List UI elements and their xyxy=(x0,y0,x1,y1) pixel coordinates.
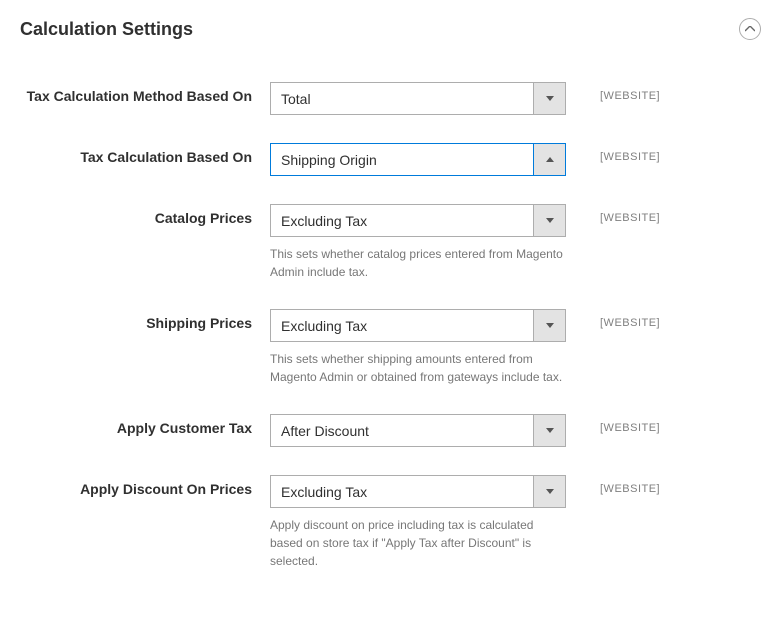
field-catalog-prices: Catalog Prices Excluding Tax This sets w… xyxy=(20,204,761,281)
field-control: Excluding Tax Apply discount on price in… xyxy=(270,475,566,570)
select-value: Shipping Origin xyxy=(271,144,533,175)
select-value: Excluding Tax xyxy=(271,205,533,236)
chevron-down-icon xyxy=(533,205,565,236)
help-text: This sets whether catalog prices entered… xyxy=(270,245,566,281)
field-control: Excluding Tax This sets whether shipping… xyxy=(270,309,566,386)
section-title: Calculation Settings xyxy=(20,19,193,40)
collapse-section-button[interactable] xyxy=(739,18,761,40)
field-shipping-prices: Shipping Prices Excluding Tax This sets … xyxy=(20,309,761,386)
select-shipping-prices[interactable]: Excluding Tax xyxy=(270,309,566,342)
field-control: After Discount xyxy=(270,414,566,447)
field-tax-calculation-based-on: Tax Calculation Based On Shipping Origin… xyxy=(20,143,761,176)
select-apply-customer-tax[interactable]: After Discount xyxy=(270,414,566,447)
field-label: Apply Customer Tax xyxy=(20,414,270,436)
chevron-up-icon xyxy=(745,26,755,32)
chevron-down-icon xyxy=(533,415,565,446)
chevron-down-icon xyxy=(533,476,565,507)
field-tax-calculation-method: Tax Calculation Method Based On Total [W… xyxy=(20,82,761,115)
scope-label: [WEBSITE] xyxy=(566,414,660,434)
field-apply-customer-tax: Apply Customer Tax After Discount [WEBSI… xyxy=(20,414,761,447)
select-catalog-prices[interactable]: Excluding Tax xyxy=(270,204,566,237)
select-value: After Discount xyxy=(271,415,533,446)
section-header: Calculation Settings xyxy=(20,18,761,40)
field-label: Shipping Prices xyxy=(20,309,270,331)
field-control: Shipping Origin xyxy=(270,143,566,176)
field-control: Total xyxy=(270,82,566,115)
chevron-down-icon xyxy=(533,83,565,114)
select-value: Excluding Tax xyxy=(271,476,533,507)
scope-label: [WEBSITE] xyxy=(566,204,660,224)
select-value: Excluding Tax xyxy=(271,310,533,341)
help-text: This sets whether shipping amounts enter… xyxy=(270,350,566,386)
select-apply-discount-on-prices[interactable]: Excluding Tax xyxy=(270,475,566,508)
field-control: Excluding Tax This sets whether catalog … xyxy=(270,204,566,281)
scope-label: [WEBSITE] xyxy=(566,475,660,495)
select-value: Total xyxy=(271,83,533,114)
scope-label: [WEBSITE] xyxy=(566,143,660,163)
chevron-up-icon xyxy=(533,144,565,175)
field-apply-discount-on-prices: Apply Discount On Prices Excluding Tax A… xyxy=(20,475,761,570)
help-text: Apply discount on price including tax is… xyxy=(270,516,566,570)
scope-label: [WEBSITE] xyxy=(566,82,660,102)
field-label: Tax Calculation Based On xyxy=(20,143,270,165)
scope-label: [WEBSITE] xyxy=(566,309,660,329)
select-tax-calculation-method[interactable]: Total xyxy=(270,82,566,115)
chevron-down-icon xyxy=(533,310,565,341)
field-label: Catalog Prices xyxy=(20,204,270,226)
select-tax-calculation-based-on[interactable]: Shipping Origin xyxy=(270,143,566,176)
field-label: Tax Calculation Method Based On xyxy=(20,82,270,104)
field-label: Apply Discount On Prices xyxy=(20,475,270,497)
